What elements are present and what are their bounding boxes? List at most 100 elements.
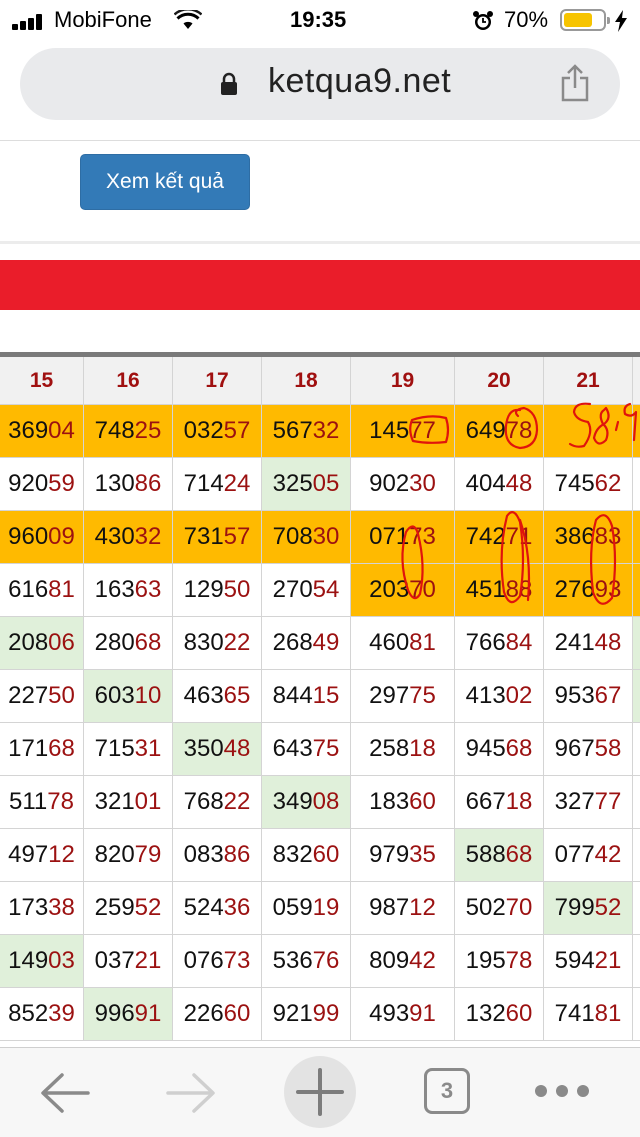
table-cell-partial — [633, 617, 640, 670]
number-head: 241 — [554, 629, 595, 656]
tab-switcher-button[interactable]: 3 — [424, 1068, 470, 1114]
number-tail: 21 — [594, 947, 622, 974]
table-cell: 97935 — [351, 829, 455, 882]
number-tail: 59 — [48, 470, 75, 497]
number-tail: 32 — [312, 417, 340, 444]
table-cell — [544, 405, 633, 458]
table-cell: 61681 — [0, 564, 84, 617]
number-head: 171 — [8, 735, 49, 762]
table-cell: 70830 — [262, 511, 351, 564]
number-tail: 57 — [223, 523, 251, 550]
more-options-icon[interactable] — [534, 1084, 590, 1098]
number-tail: 06 — [48, 629, 75, 656]
table-cell: 51178 — [0, 776, 84, 829]
table-cell: 74825 — [84, 405, 173, 458]
number-tail: 48 — [505, 470, 533, 497]
table-cell: 50270 — [455, 882, 544, 935]
share-icon[interactable] — [560, 64, 590, 102]
number-tail: 24 — [223, 470, 251, 497]
number-tail: 60 — [409, 788, 436, 815]
table-cell: 27693 — [544, 564, 633, 617]
number-head: 145 — [369, 417, 410, 444]
column-header: 20 — [455, 357, 544, 405]
table-cell-partial — [633, 829, 640, 882]
number-tail: 75 — [312, 735, 340, 762]
number-head: 173 — [8, 894, 49, 921]
number-tail: 30 — [312, 523, 340, 550]
number-tail: 42 — [409, 947, 436, 974]
number-head: 203 — [369, 576, 410, 603]
number-tail: 86 — [223, 841, 251, 868]
number-tail: 12 — [409, 894, 436, 921]
number-tail: 75 — [409, 682, 436, 709]
table-cell: 82079 — [84, 829, 173, 882]
table-cell: 05919 — [262, 882, 351, 935]
table-cell: 53676 — [262, 935, 351, 988]
address-bar[interactable]: ketqua9.net — [20, 48, 620, 120]
number-head: 953 — [554, 682, 595, 709]
table-cell: 17168 — [0, 723, 84, 776]
table-cell: 79952 — [544, 882, 633, 935]
divider — [0, 241, 640, 244]
number-tail: 83 — [594, 523, 622, 550]
number-head: 987 — [369, 894, 410, 921]
number-head: 059 — [272, 894, 313, 921]
table-cell: 14903 — [0, 935, 84, 988]
table-cell: 19578 — [455, 935, 544, 988]
number-head: 268 — [272, 629, 313, 656]
number-head: 920 — [8, 470, 49, 497]
table-cell: 17338 — [0, 882, 84, 935]
number-head: 413 — [465, 682, 506, 709]
number-tail: 78 — [505, 417, 533, 444]
plus-icon — [296, 1068, 344, 1116]
number-tail: 93 — [594, 576, 622, 603]
table-cell: 52436 — [173, 882, 262, 935]
table-cell: 36904 — [0, 405, 84, 458]
number-tail: 52 — [594, 894, 622, 921]
number-head: 037 — [94, 947, 135, 974]
number-tail: 81 — [48, 576, 75, 603]
table-cell: 13086 — [84, 458, 173, 511]
number-head: 902 — [369, 470, 410, 497]
table-cell: 92059 — [0, 458, 84, 511]
table-cell: 40448 — [455, 458, 544, 511]
table-cell: 03257 — [173, 405, 262, 458]
number-head: 603 — [94, 682, 135, 709]
table-cell: 46081 — [351, 617, 455, 670]
number-head: 497 — [8, 841, 49, 868]
table-cell: 20806 — [0, 617, 84, 670]
view-result-button[interactable]: Xem kết quả — [80, 154, 250, 210]
column-header: 15 — [0, 357, 84, 405]
table-cell: 71424 — [173, 458, 262, 511]
table-cell: 73157 — [173, 511, 262, 564]
table-cell: 85239 — [0, 988, 84, 1041]
table-cell: 32101 — [84, 776, 173, 829]
number-head: 536 — [272, 947, 313, 974]
table-cell: 83022 — [173, 617, 262, 670]
table-cell: 98712 — [351, 882, 455, 935]
number-tail: 86 — [134, 470, 162, 497]
number-tail: 31 — [134, 735, 162, 762]
table-cell: 49391 — [351, 988, 455, 1041]
new-tab-button[interactable] — [284, 1056, 356, 1128]
table-cell: 80942 — [351, 935, 455, 988]
clock-time: 19:35 — [290, 7, 347, 32]
number-head: 258 — [369, 735, 410, 762]
number-head: 350 — [183, 735, 224, 762]
number-head: 493 — [369, 1000, 410, 1027]
number-tail: 25 — [134, 417, 162, 444]
back-arrow-icon[interactable] — [38, 1070, 92, 1116]
url-text: ketqua9.net — [268, 62, 452, 100]
number-head: 276 — [554, 576, 595, 603]
column-header: 18 — [262, 357, 351, 405]
table-cell: 29775 — [351, 670, 455, 723]
table-cell-partial — [633, 405, 640, 458]
number-head: 967 — [554, 735, 595, 762]
column-header: 17 — [173, 357, 262, 405]
number-head: 667 — [465, 788, 506, 815]
number-tail: 05 — [312, 470, 340, 497]
number-head: 960 — [8, 523, 49, 550]
number-tail: 71 — [505, 523, 533, 550]
forward-arrow-icon[interactable] — [164, 1070, 218, 1116]
number-tail: 30 — [409, 470, 436, 497]
